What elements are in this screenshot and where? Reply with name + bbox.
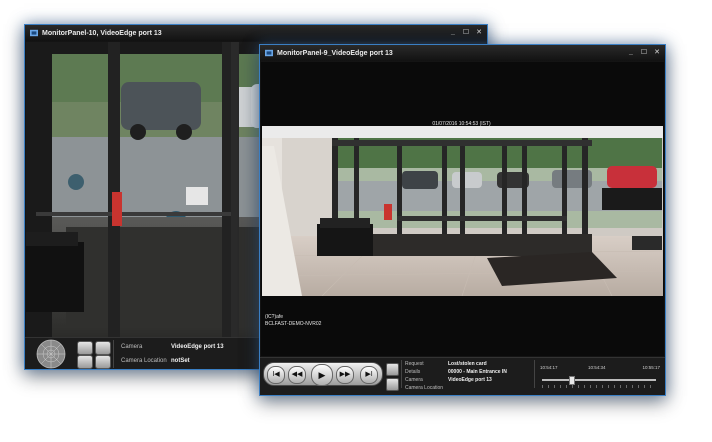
timeline-mid-time: 10:54:34	[588, 365, 606, 370]
window-title: MonitorPanel-9_VideoEdge port 13	[277, 49, 393, 57]
details-value: 00000 - Main Entrance IN	[448, 369, 507, 375]
close-button[interactable]: ✕	[474, 28, 484, 38]
camera-label: Camera	[121, 344, 143, 350]
snapshot-button[interactable]	[386, 378, 399, 391]
camera-video-feed[interactable]	[262, 126, 663, 296]
divider	[401, 360, 402, 388]
snapshot-button[interactable]	[95, 341, 111, 355]
maximize-button[interactable]: ☐	[461, 28, 471, 38]
title-bar[interactable]: MonitorPanel-9_VideoEdge port 13 _ ☐ ✕	[260, 45, 665, 61]
skip-back-button[interactable]: I◀	[267, 366, 285, 384]
settings-button[interactable]	[95, 355, 111, 369]
minimize-button[interactable]: _	[448, 28, 458, 38]
playback-controls: I◀ ◀◀ ▶ ▶▶ ▶I	[263, 362, 383, 386]
fast-forward-button[interactable]: ▶▶	[336, 366, 354, 384]
monitor-panel-9-window[interactable]: MonitorPanel-9_VideoEdge port 13 _ ☐ ✕ 0…	[259, 44, 666, 396]
request-value: Lost/stolen card	[448, 361, 487, 367]
zoom-out-button[interactable]	[77, 355, 93, 369]
play-button[interactable]: ▶	[311, 364, 333, 386]
camera-location-label: Camera Location	[405, 385, 444, 391]
camera-value: VideoEdge port 13	[448, 377, 492, 383]
rewind-button[interactable]: ◀◀	[288, 366, 306, 384]
timeline-scrubber[interactable]	[568, 376, 575, 385]
ptz-dial[interactable]	[27, 339, 75, 369]
details-label: Details	[405, 369, 421, 375]
minimize-button[interactable]: _	[626, 48, 636, 58]
camera-label: Camera	[405, 377, 423, 383]
overlay-text-line1: (IC?)afe	[265, 314, 284, 320]
overlay-nvr-name: BCLFAST-DEMO-NVR02	[265, 321, 322, 327]
divider	[534, 360, 535, 388]
camera-location-label: Camera Location	[121, 358, 167, 364]
camera-location-value: notSet	[171, 358, 190, 364]
camera-value: VideoEdge port 13	[171, 344, 224, 350]
maximize-button[interactable]: ☐	[639, 48, 649, 58]
title-bar[interactable]: MonitorPanel-10, VideoEdge port 13 _ ☐ ✕	[25, 25, 487, 41]
timeline-track[interactable]	[542, 379, 656, 381]
timeline-end-time: 10:55:17	[642, 365, 660, 370]
window-title: MonitorPanel-10, VideoEdge port 13	[42, 29, 162, 37]
export-button[interactable]	[386, 363, 399, 376]
zoom-in-button[interactable]	[77, 341, 93, 355]
timeline-ticks	[542, 385, 656, 388]
app-icon	[265, 49, 273, 57]
divider	[113, 340, 114, 368]
playback-panel: I◀ ◀◀ ▶ ▶▶ ▶I Request Lost/stolen card D…	[260, 357, 665, 395]
app-icon	[30, 29, 38, 37]
close-button[interactable]: ✕	[652, 48, 662, 58]
timeline-start-time: 10:54:17	[540, 365, 558, 370]
skip-forward-button[interactable]: ▶I	[360, 366, 378, 384]
request-label: Request	[405, 361, 424, 367]
timeline[interactable]: 10:54:17 10:54:34 10:55:17	[538, 362, 662, 392]
